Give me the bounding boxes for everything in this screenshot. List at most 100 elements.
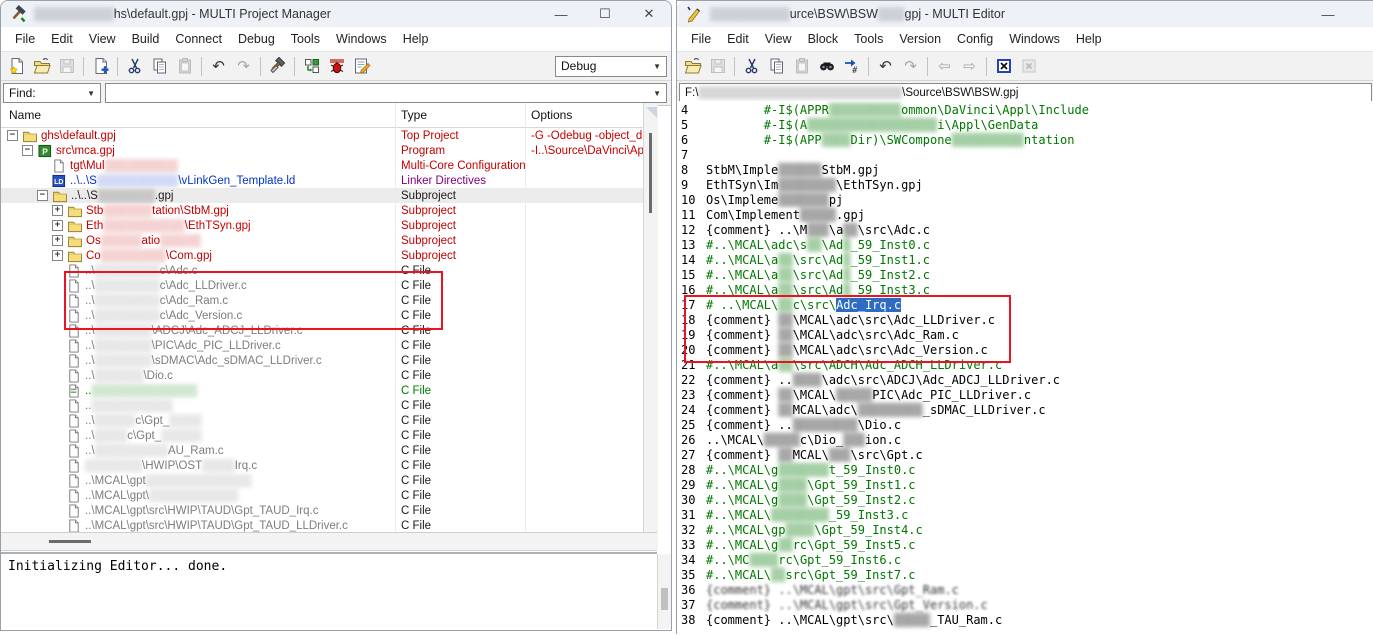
close-button[interactable]: ✕ [627,1,671,27]
menu-config[interactable]: Config [949,32,1001,46]
paste-button[interactable] [789,54,814,78]
undo-button[interactable]: ↶ [873,54,898,78]
pm-titlebar[interactable]: ▒▒▒▒▒▒▒▒▒hs\default.gpj - MULTI Project … [1,1,671,27]
menu-view[interactable]: View [81,32,124,46]
redo-button[interactable]: ↷ [898,54,923,78]
tree-row[interactable]: ..\▒▒▒▒▒▒\Dio.cC File [1,368,657,383]
menu-windows[interactable]: Windows [1001,32,1068,46]
tree-row[interactable]: ..\MCAL\gpt▒▒▒▒▒▒▒▒▒▒▒▒▒C File [1,473,657,488]
text-segment: {comment} ..\MCAL\gpt\src\Gpt_Version.c [706,598,988,612]
tree-row[interactable]: −Psrc\mca.gpjProgram-I..\Source\DaVinci\… [1,143,657,158]
tree-expander[interactable]: + [52,235,63,246]
menu-build[interactable]: Build [124,32,168,46]
redo-button[interactable]: ↷ [231,54,256,78]
tree-expander[interactable]: − [7,130,18,141]
debug-button[interactable] [324,54,349,78]
maximize-button[interactable]: ☐ [583,1,627,27]
back-button[interactable]: ⇦ [932,54,957,78]
tree-expander[interactable]: − [37,190,48,201]
menu-debug[interactable]: Debug [230,32,283,46]
copy-button[interactable] [147,54,172,78]
minimize-button[interactable]: — [539,1,583,27]
tree-vertical-scrollbar[interactable] [643,103,658,549]
menu-tools[interactable]: Tools [846,32,891,46]
tree-row[interactable]: ..\▒▒▒▒▒▒▒\sDMAC\Adc_sDMAC_LLDriver.cC F… [1,353,657,368]
menu-connect[interactable]: Connect [167,32,230,46]
paste-button[interactable] [172,54,197,78]
connect-button[interactable] [299,54,324,78]
file-path-input[interactable]: F:\▒▒▒▒▒▒▒▒▒▒▒▒▒▒▒▒▒▒▒▒▒▒▒▒▒\Source\BSW\… [679,83,1372,102]
column-header-name[interactable]: Name [9,108,41,122]
menu-block[interactable]: Block [800,32,847,46]
tree-row[interactable]: +Os▒▒▒▒▒atio▒▒▒▒▒Subproject [1,233,657,248]
tree-row[interactable]: ▒▒▒▒▒▒▒\HWIP\OST▒▒▒▒Irq.cC File [1,458,657,473]
tree-row[interactable]: ..\▒▒▒▒c\Gpt_▒▒▒▒▒C File [1,428,657,443]
tree-row[interactable]: ..▒▒▒▒▒▒▒▒▒▒C File [1,398,657,413]
tree-horizontal-scrollbar[interactable] [1,532,657,551]
tree-expander[interactable]: + [52,205,63,216]
save-button[interactable] [54,54,79,78]
tree-row[interactable]: −ghs\default.gpjTop Project-G -Odebug -o… [1,128,657,143]
menu-file[interactable]: File [683,32,719,46]
find-input[interactable]: ▼ [105,83,667,103]
tree-row[interactable]: −..\..\S▒▒▒▒▒▒▒.gpjSubproject [1,188,657,203]
menu-view[interactable]: View [757,32,800,46]
tree-row[interactable]: +Eth▒▒▒▒▒▒▒▒▒▒\EthTSyn.gpjSubproject [1,218,657,233]
close-file-button[interactable] [991,54,1016,78]
open-folder-button[interactable] [680,54,705,78]
tree-row[interactable]: ..\▒▒▒▒▒▒▒\PIC\Adc_PIC_LLDriver.cC File [1,338,657,353]
output-log[interactable]: Initializing Editor... done. [1,552,657,629]
line-number: 29 [677,478,702,493]
text-segment: src\Gpt_59_Inst7.c [785,568,915,582]
column-header-options[interactable]: Options [531,108,572,122]
tree-expander[interactable]: − [22,145,33,156]
minimize-button[interactable]: — [1306,1,1350,27]
tree-row[interactable]: +Co▒▒▒▒▒▒▒▒\Com.gpjSubproject [1,248,657,263]
tree-row[interactable]: ..\MCAL\gpt\▒▒▒▒▒▒▒▒▒▒▒C File [1,488,657,503]
tree-row[interactable]: ..\MCAL\gpt\src\HWIP\TAUD\Gpt_TAUD_Irq.c… [1,503,657,518]
code-line: 6 #-I$(APP▒▒▒▒Dir)\SWCompone▒▒▒▒▒▒▒▒▒▒nt… [677,133,1373,148]
menu-edit[interactable]: Edit [43,32,81,46]
scrollbar-handle[interactable] [649,133,652,213]
menu-help[interactable]: Help [1068,32,1110,46]
copy-button[interactable] [764,54,789,78]
build-config-combo[interactable]: Debug ▼ [555,56,667,77]
tree-row[interactable]: ..\▒▒▒▒▒▒▒▒▒AU_Ram.cC File [1,443,657,458]
add-file-button[interactable] [88,54,113,78]
goto-line-button[interactable]: # [839,54,864,78]
tree-row[interactable]: ..\MCAL\gpt\src\HWIP\TAUD\Gpt_TAUD_LLDri… [1,518,657,533]
tree-row[interactable]: ..▒▒▒▒▒▒▒▒▒▒▒▒▒C File [1,383,657,398]
tree-row[interactable]: LD..\..\S▒▒▒▒▒▒▒▒▒▒\vLinkGen_Template.ld… [1,173,657,188]
tree-row[interactable]: +Stb▒▒▒▒▒▒tation\StbM.gpjSubproject [1,203,657,218]
menu-edit[interactable]: Edit [719,32,757,46]
column-header-type[interactable]: Type [401,108,427,122]
scrollbar-handle[interactable] [661,588,668,610]
code-line: 34#..\MC▒▒▒▒rc\Gpt_59_Inst6.c [677,553,1373,568]
save-button[interactable] [705,54,730,78]
code-editor[interactable]: 4 #-I$(APPR▒▒▒▒▒▒▒▒▒▒ommon\DaVinci\Appl\… [677,101,1373,635]
tree-expander[interactable]: + [52,220,63,231]
new-file-button[interactable] [4,54,29,78]
menu-help[interactable]: Help [395,32,437,46]
output-scrollbar[interactable] [657,554,671,629]
pane-corner-icon[interactable] [646,107,657,118]
menu-tools[interactable]: Tools [283,32,328,46]
scrollbar-handle[interactable] [49,540,91,543]
tree-row[interactable]: tgt\Mul▒▒▒▒▒▒▒▒▒Multi-Core Configuration [1,158,657,173]
build-button[interactable] [265,54,290,78]
tree-expander[interactable]: + [52,250,63,261]
delete-button[interactable] [1016,54,1041,78]
menu-windows[interactable]: Windows [328,32,395,46]
edit-doc-button[interactable] [349,54,374,78]
find-button[interactable] [814,54,839,78]
forward-button[interactable]: ⇨ [957,54,982,78]
open-folder-button[interactable] [29,54,54,78]
menu-file[interactable]: File [7,32,43,46]
cut-button[interactable] [122,54,147,78]
find-combo[interactable]: Find: ▼ [3,83,101,103]
cut-button[interactable] [739,54,764,78]
undo-button[interactable]: ↶ [206,54,231,78]
editor-titlebar[interactable]: ▒▒▒▒▒▒▒▒▒urce\BSW\BSW▒▒▒gpj - MULTI Edit… [677,1,1373,27]
menu-version[interactable]: Version [891,32,949,46]
tree-row[interactable]: ..\▒▒▒▒▒c\Gpt_▒▒▒▒C File [1,413,657,428]
